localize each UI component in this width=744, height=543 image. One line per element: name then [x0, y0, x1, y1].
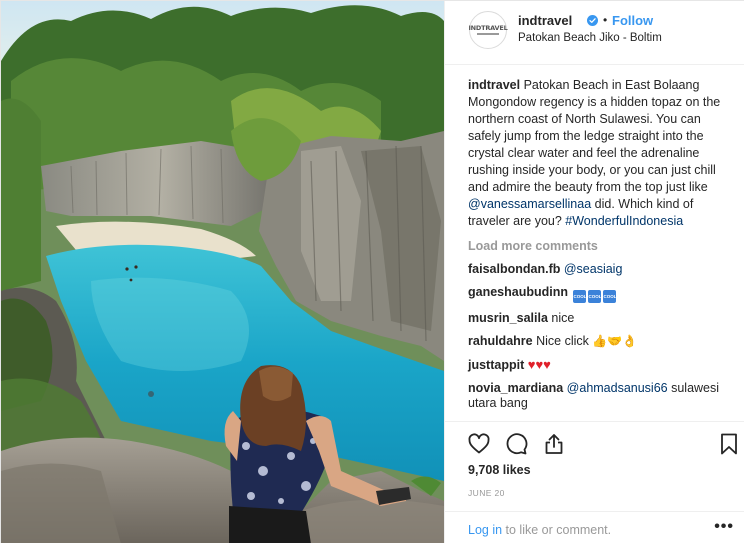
comment-username[interactable]: ganeshaubudinn	[468, 285, 568, 299]
caption-text-1: Patokan Beach in East Bolaang Mongondow …	[468, 78, 721, 194]
load-more-comments-button[interactable]: Load more comments	[468, 238, 730, 255]
comments-list: indtravel Patokan Beach in East Bolaang …	[468, 77, 730, 419]
caption-username[interactable]: indtravel	[468, 78, 520, 92]
avatar[interactable]: INDTRAVEL	[468, 11, 508, 49]
post-header: INDTRAVEL indtravel • Follow Patokan Bea…	[445, 1, 744, 65]
instagram-post: INDTRAVEL indtravel • Follow Patokan Bea…	[0, 0, 744, 543]
login-prompt-text: to like or comment.	[502, 523, 612, 537]
header-username[interactable]: indtravel	[518, 13, 572, 28]
comment-row: faisalbondan.fb @seasiaig	[468, 262, 730, 277]
likes-count[interactable]: 9,708 likes	[468, 463, 531, 477]
more-options-button[interactable]: •••	[714, 518, 734, 536]
beach-photo-illustration	[1, 1, 444, 543]
comment-row: musrin_salila nice	[468, 311, 730, 326]
post-date: JUNE 20	[468, 488, 505, 498]
follow-button[interactable]: Follow	[612, 13, 653, 28]
thumbs-up-emoji-icon: 👍	[592, 334, 608, 348]
heart-emoji-icon: ♥	[535, 357, 544, 372]
cool-emoji-icon: COOL	[588, 290, 602, 303]
post-caption: indtravel Patokan Beach in East Bolaang …	[468, 77, 730, 230]
handshake-emoji-icon: 🤝	[607, 334, 623, 348]
location-link[interactable]: Patokan Beach Jiko - Boltim	[518, 32, 662, 44]
heart-emoji-icon: ♥	[543, 357, 551, 372]
comment-username[interactable]: musrin_salila	[468, 311, 548, 325]
post-photo[interactable]	[1, 1, 444, 543]
heart-icon[interactable]	[467, 432, 491, 456]
comment-username[interactable]: faisalbondan.fb	[468, 262, 560, 276]
comment-row: justtappit ♥♥♥	[468, 357, 730, 373]
comment-username[interactable]: novia_mardiana	[468, 381, 563, 395]
bookmark-icon[interactable]	[717, 432, 741, 456]
comment-row: rahuldahre Nice click 👍🤝👌	[468, 334, 730, 349]
separator-dot: •	[603, 13, 608, 27]
comment-mention[interactable]: @ahmadsanusi66	[567, 381, 668, 395]
login-prompt-bar: Log in to like or comment. •••	[445, 511, 744, 543]
avatar-logo: INDTRAVEL	[468, 25, 508, 36]
comment-text: nice	[551, 311, 575, 325]
login-prompt: Log in to like or comment.	[468, 523, 611, 537]
login-link[interactable]: Log in	[468, 523, 502, 537]
comment-username[interactable]: rahuldahre	[468, 334, 533, 348]
cool-emoji-icon: COOL	[603, 290, 617, 303]
comment-row: ganeshaubudinn COOL COOL COOL	[468, 285, 730, 303]
comment-text: Nice click	[536, 334, 589, 348]
comment-username[interactable]: justtappit	[468, 358, 524, 372]
verified-badge-icon	[587, 15, 598, 26]
post-actions: 9,708 likes JUNE 20 Log in to like or co…	[445, 421, 744, 543]
post-sidebar: INDTRAVEL indtravel • Follow Patokan Bea…	[444, 1, 744, 543]
caption-mention[interactable]: @vanessamarsellinaa	[468, 197, 591, 211]
caption-hashtag[interactable]: #WonderfulIndonesia	[565, 214, 683, 228]
comment-icon[interactable]	[504, 432, 528, 456]
cool-emoji-icon: COOL	[573, 290, 587, 303]
comment-mention[interactable]: @seasiaig	[564, 262, 623, 276]
ok-hand-emoji-icon: 👌	[622, 334, 638, 348]
comment-row: novia_mardiana @ahmadsanusi66 sulawesi u…	[468, 381, 730, 411]
share-icon[interactable]	[542, 432, 566, 456]
